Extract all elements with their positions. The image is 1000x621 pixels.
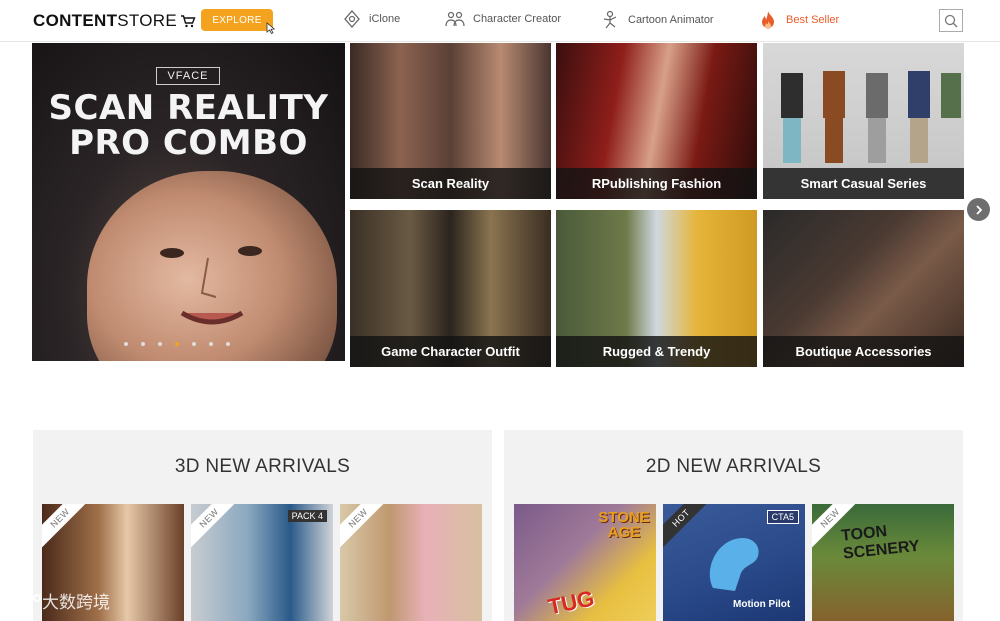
thumbnail-title: STONE AGE: [598, 509, 650, 541]
slider-dot[interactable]: [192, 342, 196, 346]
product-thumbnail[interactable]: NEW TOON SCENERY: [812, 504, 954, 621]
product-thumbnail[interactable]: NEW PACK 4: [191, 504, 333, 621]
slider-dot[interactable]: [141, 342, 145, 346]
nav-item-best-seller[interactable]: Best Seller: [758, 10, 839, 30]
watermark-text: 大数跨境: [42, 593, 110, 613]
category-tile-boutique-accessories[interactable]: Boutique Accessories: [763, 210, 964, 367]
search-button[interactable]: [939, 9, 963, 32]
hero-title-line-2: PRO COMBO: [69, 123, 308, 163]
category-tile-smart-casual-series[interactable]: Smart Casual Series: [763, 43, 964, 199]
slider-pagination: [124, 342, 230, 346]
slider-dot[interactable]: [209, 342, 213, 346]
arrivals-3d-title: 3D NEW ARRIVALS: [174, 456, 351, 477]
character-creator-icon: [445, 11, 465, 27]
watermark-logo-icon: [9, 592, 41, 608]
category-tile-rugged-trendy[interactable]: Rugged & Trendy: [556, 210, 757, 367]
tile-caption: Scan Reality: [350, 168, 551, 199]
logo-text-bold: CONTENT: [33, 11, 118, 30]
arrivals-2d-title: 2D NEW ARRIVALS: [645, 456, 822, 477]
slider-dot-active[interactable]: [175, 342, 179, 346]
pack-badge: PACK 4: [287, 510, 327, 522]
nav-label-best-seller: Best Seller: [786, 14, 840, 26]
nav-item-character-creator[interactable]: Character Creator: [445, 10, 561, 28]
mouse-cursor-icon: [266, 22, 276, 34]
category-tile-game-character-outfit[interactable]: Game Character Outfit: [350, 210, 551, 367]
carousel-next-button[interactable]: [967, 198, 990, 221]
arrivals-2d-panel: 2D NEW ARRIVALS STONE AGE TUG HOT CTA5 M…: [504, 430, 963, 621]
slider-dot[interactable]: [158, 342, 162, 346]
hero-brand-label: VFACE: [156, 67, 220, 85]
chevron-right-icon: [975, 204, 982, 215]
product-thumbnail[interactable]: STONE AGE TUG: [514, 504, 656, 621]
tile-caption: Boutique Accessories: [763, 336, 964, 367]
product-thumbnail[interactable]: HOT CTA5 Motion Pilot: [663, 504, 805, 621]
hero-title-line-1: SCAN REALITY: [48, 88, 329, 128]
top-navigation-bar: CONTENT STORE EXPLORE iClone Character Cr…: [0, 0, 1000, 42]
nav-item-cartoon-animator[interactable]: Cartoon Animator: [600, 10, 714, 30]
new-ribbon: NEW: [340, 504, 392, 552]
tile-caption: RPublishing Fashion: [556, 168, 757, 199]
new-ribbon: NEW: [191, 504, 243, 552]
tile-caption: Smart Casual Series: [763, 168, 964, 199]
logo-text-thin: STORE: [117, 11, 178, 30]
contentstore-logo[interactable]: CONTENT STORE: [33, 11, 196, 31]
watermark: 大数跨境: [8, 588, 110, 613]
category-tile-scan-reality[interactable]: Scan Reality: [350, 43, 551, 199]
thumbnail-subtitle: TUG: [545, 585, 597, 620]
nav-label-iclone: iClone: [369, 13, 401, 25]
whale-illustration: [709, 538, 759, 591]
hero-title: SCAN REALITY PRO COMBO: [32, 91, 345, 161]
tile-caption: Game Character Outfit: [350, 336, 551, 367]
search-icon: [944, 14, 958, 27]
cart-icon: [181, 15, 196, 28]
nav-label-character-creator: Character Creator: [473, 13, 562, 25]
nav-label-cartoon-animator: Cartoon Animator: [628, 14, 714, 26]
tile-figures: [781, 71, 961, 163]
flame-icon: [762, 11, 774, 29]
thumbnail-title: Motion Pilot: [733, 599, 791, 610]
new-ribbon: NEW: [42, 504, 94, 552]
thumbnail-title: TOON SCENERY: [840, 523, 921, 563]
hero-slider[interactable]: VFACE SCAN REALITY PRO COMBO: [32, 43, 345, 361]
cartoon-animator-icon: [603, 10, 617, 29]
nav-item-iclone[interactable]: iClone: [343, 10, 400, 28]
tile-caption: Rugged & Trendy: [556, 336, 757, 367]
version-badge: CTA5: [766, 510, 799, 524]
product-thumbnail[interactable]: NEW: [340, 504, 482, 621]
iclone-icon: [344, 10, 360, 28]
category-tile-rpublishing-fashion[interactable]: RPublishing Fashion: [556, 43, 757, 199]
slider-dot[interactable]: [226, 342, 230, 346]
slider-dot[interactable]: [124, 342, 128, 346]
explore-button[interactable]: EXPLORE: [201, 9, 273, 31]
